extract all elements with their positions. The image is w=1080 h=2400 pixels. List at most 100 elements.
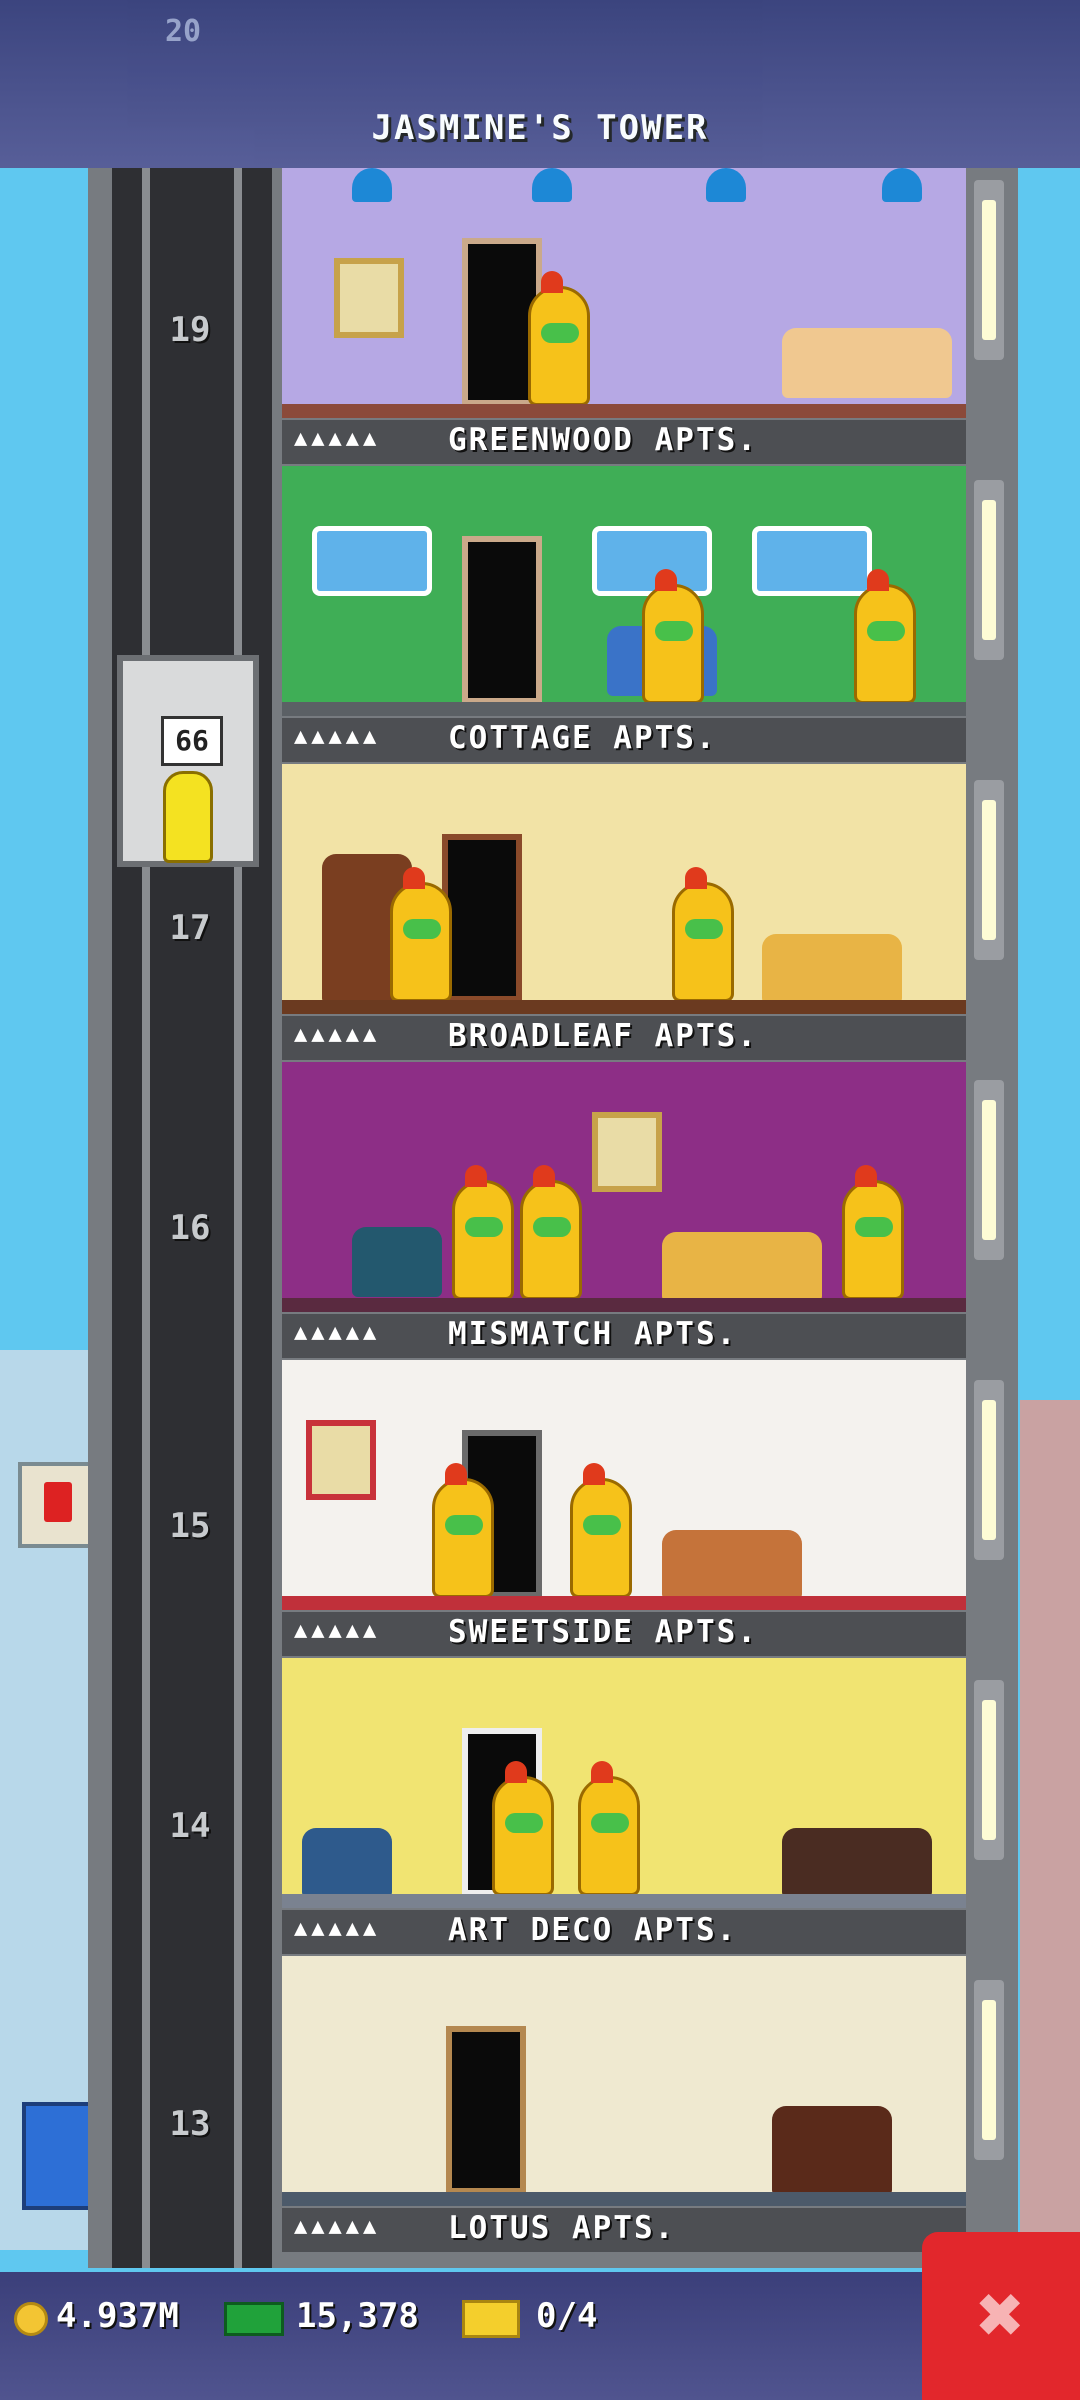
resident-chicken[interactable] (642, 569, 704, 704)
elevator-rider[interactable] (163, 771, 213, 863)
side-light (974, 1080, 1004, 1260)
room-cottage[interactable] (282, 466, 966, 716)
star-icon: ▲▲▲▲▲ (294, 1320, 381, 1345)
ceiling-lamp-icon (532, 168, 572, 202)
floor-name: COTTAGE APTS. (448, 720, 717, 756)
window (752, 526, 872, 596)
resident-chicken[interactable] (842, 1165, 904, 1300)
resident-chicken[interactable] (528, 271, 590, 406)
star-icon: ▲▲▲▲▲ (294, 1022, 381, 1047)
floor-name: MISMATCH APTS. (448, 1316, 738, 1352)
floor-name: SWEETSIDE APTS. (448, 1614, 758, 1650)
tickets-value: 0/4 (536, 2296, 598, 2336)
kitchen-counter (782, 328, 952, 398)
resident-chicken[interactable] (578, 1761, 640, 1896)
fries-billboard (18, 1462, 96, 1548)
sofa (782, 1828, 932, 1898)
floor-label-bar[interactable]: ▲▲▲▲▲ MISMATCH APTS. (282, 1314, 966, 1358)
floor-17[interactable]: ▲▲▲▲▲ BROADLEAF APTS. (282, 764, 966, 1062)
sofa (762, 934, 902, 1004)
shaft-floor-label-13: 13 (169, 2104, 211, 2144)
doorway (442, 834, 522, 1002)
room-broadleaf[interactable] (282, 764, 966, 1014)
star-icon: ▲▲▲▲▲ (294, 1916, 381, 1941)
floorboard (282, 2192, 966, 2206)
floor-label-bar[interactable]: ▲▲▲▲▲ ART DECO APTS. (282, 1910, 966, 1954)
floor-19[interactable]: ▲▲▲▲▲ GREENWOOD APTS. (282, 168, 966, 466)
floor-name: BROADLEAF APTS. (448, 1018, 758, 1054)
floor-15[interactable]: ▲▲▲▲▲ SWEETSIDE APTS. (282, 1360, 966, 1658)
resident-chicken[interactable] (452, 1165, 514, 1300)
shaft-floor-label-14: 14 (169, 1806, 211, 1846)
side-light (974, 1980, 1004, 2160)
floorboard (282, 1596, 966, 1610)
star-icon: ▲▲▲▲▲ (294, 426, 381, 451)
floor-label-bar[interactable]: ▲▲▲▲▲ LOTUS APTS. (282, 2208, 966, 2252)
floor-14[interactable]: ▲▲▲▲▲ ART DECO APTS. (282, 1658, 966, 1956)
room-lotus[interactable] (282, 1956, 966, 2206)
doorway (462, 536, 542, 704)
elevator-counter: 66 (161, 716, 223, 766)
floor-label-bar[interactable]: ▲▲▲▲▲ BROADLEAF APTS. (282, 1016, 966, 1060)
sofa (662, 1530, 802, 1600)
floor-name: GREENWOOD APTS. (448, 422, 758, 458)
elevator-car[interactable]: 66 (117, 655, 259, 867)
resource-bar: 4.937M 15,378 0/4 (0, 2272, 1080, 2400)
fries-icon (44, 1482, 72, 1522)
floorboard (282, 702, 966, 716)
armchair (352, 1227, 442, 1297)
fireplace (772, 2106, 892, 2196)
resident-chicken[interactable] (854, 569, 916, 704)
floor-13[interactable]: ▲▲▲▲▲ LOTUS APTS. (282, 1956, 966, 2254)
shaft-floor-label-16: 16 (169, 1208, 211, 1248)
side-light (974, 1680, 1004, 1860)
wall-mirror (312, 526, 432, 596)
screen-billboard (22, 2102, 96, 2210)
floor-16[interactable]: ▲▲▲▲▲ MISMATCH APTS. (282, 1062, 966, 1360)
floorboard (282, 404, 966, 418)
floor-18[interactable]: ▲▲▲▲▲ COTTAGE APTS. (282, 466, 966, 764)
side-light (974, 1380, 1004, 1560)
side-light (974, 780, 1004, 960)
floor-name: LOTUS APTS. (448, 2210, 676, 2246)
wall-painting (334, 258, 404, 338)
room-mismatch[interactable] (282, 1062, 966, 1312)
shaft-floor-label-15: 15 (169, 1506, 211, 1546)
side-light (974, 180, 1004, 360)
resident-chicken[interactable] (492, 1761, 554, 1896)
armchair (302, 1828, 392, 1898)
wall-painting (592, 1112, 662, 1192)
wall-painting (306, 1420, 376, 1500)
room-sweetside[interactable] (282, 1360, 966, 1610)
floor-label-bar[interactable]: ▲▲▲▲▲ GREENWOOD APTS. (282, 420, 966, 464)
floorboard (282, 1298, 966, 1312)
resident-chicken[interactable] (432, 1463, 494, 1598)
coins-value: 4.937M (56, 2296, 179, 2336)
ticket-icon (462, 2300, 520, 2338)
close-icon[interactable]: ✖ (922, 2270, 1080, 2360)
resident-chicken[interactable] (520, 1165, 582, 1300)
star-icon: ▲▲▲▲▲ (294, 1618, 381, 1643)
resident-chicken[interactable] (390, 867, 452, 1002)
star-icon: ▲▲▲▲▲ (294, 724, 381, 749)
resident-chicken[interactable] (672, 867, 734, 1002)
side-light (974, 480, 1004, 660)
close-button[interactable]: ✖ (922, 2232, 1080, 2400)
star-icon: ▲▲▲▲▲ (294, 2214, 381, 2239)
floorboard (282, 1000, 966, 1014)
ceiling-lamp-icon (352, 168, 392, 202)
background-city-right (1020, 1400, 1080, 2300)
floorboard (282, 1894, 966, 1908)
shaft-floor-label-19: 19 (169, 310, 211, 350)
ceiling-lamp-icon (706, 168, 746, 202)
resident-chicken[interactable] (570, 1463, 632, 1598)
floor-label-bar[interactable]: ▲▲▲▲▲ SWEETSIDE APTS. (282, 1612, 966, 1656)
window (592, 526, 712, 596)
floor-label-bar[interactable]: ▲▲▲▲▲ COTTAGE APTS. (282, 718, 966, 762)
tower-title: JASMINE'S TOWER (371, 108, 709, 148)
room-greenwood[interactable] (282, 168, 966, 418)
tower-header: 20 JASMINE'S TOWER (0, 0, 1080, 168)
doorway (446, 2026, 526, 2194)
daybed (662, 1232, 822, 1302)
room-art-deco[interactable] (282, 1658, 966, 1908)
